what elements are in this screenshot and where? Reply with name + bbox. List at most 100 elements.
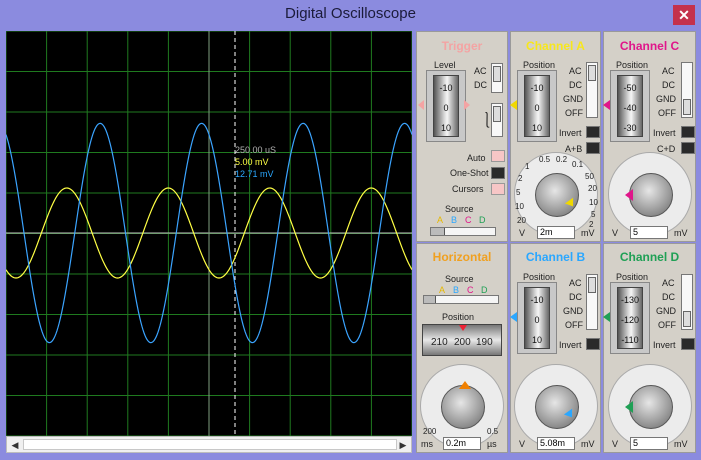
trigger-dc-label: DC: [474, 80, 487, 90]
invert-label: Invert: [653, 128, 676, 138]
title-bar[interactable]: Digital Oscilloscope ✕: [0, 0, 701, 31]
position-arrow-icon: [603, 312, 610, 322]
channel-b-value-field[interactable]: 5.08m: [537, 437, 575, 450]
tick-label: -50: [623, 83, 637, 93]
coupling-ac-label: AC: [569, 278, 582, 288]
millivolts-unit-label: mV: [581, 228, 595, 238]
trigger-coupling-switch[interactable]: [491, 63, 503, 93]
auto-button[interactable]: [491, 150, 505, 162]
knob-pointer-icon: [625, 401, 633, 413]
channel-b-position-control[interactable]: -10 0 10: [517, 282, 557, 354]
position-arrow-icon: [510, 100, 517, 110]
trigger-source-slider[interactable]: [430, 227, 496, 236]
channel-b-knob[interactable]: [535, 385, 579, 429]
channel-d-volts-dial[interactable]: [608, 364, 692, 448]
source-b: B: [453, 285, 460, 295]
channel-a-knob[interactable]: [535, 173, 579, 217]
channel-b-invert-button[interactable]: [586, 338, 600, 350]
position-arrow-icon: [510, 312, 517, 322]
coupling-ac-label: AC: [662, 278, 675, 288]
scroll-thumb[interactable]: [23, 439, 397, 450]
scope-display[interactable]: 250.00 uS 5.00 mV 12.71 mV: [6, 31, 412, 436]
cursor-time-readout: 250.00 uS: [235, 145, 276, 155]
oneshot-button[interactable]: [491, 167, 505, 179]
coupling-off-label: OFF: [658, 320, 676, 330]
channel-c-invert-button[interactable]: [681, 126, 695, 138]
level-arrow-icon: [418, 100, 424, 110]
channel-c-title: Channel C: [619, 39, 680, 53]
trigger-source-label: Source: [445, 204, 474, 214]
channel-b-coupling-switch[interactable]: [586, 274, 598, 330]
coupling-ac-label: AC: [569, 66, 582, 76]
channel-a-invert-button[interactable]: [586, 126, 600, 138]
coupling-dc-label: DC: [662, 80, 675, 90]
horizontal-panel: Horizontal Source A B C D Position 210 2…: [416, 243, 508, 453]
tick-label: -10: [530, 295, 544, 305]
trigger-level-label: Level: [434, 60, 456, 70]
channel-d-panel: Channel D Position -130 -120 -110 AC DC …: [603, 243, 696, 453]
horizontal-position-wheel[interactable]: 210 200 190: [422, 324, 502, 356]
timebase-knob[interactable]: [441, 385, 485, 429]
coupling-off-label: OFF: [565, 108, 583, 118]
scope-screen: 250.00 uS 5.00 mV 12.71 mV: [6, 31, 412, 436]
position-label: Position: [442, 312, 475, 322]
timebase-value-field[interactable]: 0.2m: [443, 437, 481, 450]
channel-a-coupling-switch[interactable]: [586, 62, 598, 118]
us-unit-label: µs: [487, 439, 497, 449]
channel-c-volts-dial[interactable]: [608, 152, 692, 236]
window-title: Digital Oscilloscope: [285, 5, 416, 22]
channel-a-readout: 5.00 mV: [235, 157, 269, 167]
knob-pointer-icon: [625, 189, 633, 201]
coupling-dc-label: DC: [569, 292, 582, 302]
a-plus-b-button[interactable]: [586, 142, 600, 154]
trigger-ac-label: AC: [474, 66, 487, 76]
position-marker-icon: [459, 325, 467, 331]
source-c: C: [465, 215, 472, 225]
source-c: C: [467, 285, 474, 295]
trigger-level-control[interactable]: -10 0 10: [426, 70, 466, 142]
scroll-right-icon[interactable]: ▶: [397, 439, 409, 451]
source-a: A: [437, 215, 444, 225]
close-button[interactable]: ✕: [673, 5, 695, 25]
scroll-left-icon[interactable]: ◀: [9, 439, 21, 451]
channel-b-panel: Channel B Position -10 0 10 AC DC GND OF…: [510, 243, 601, 453]
channel-d-value-field[interactable]: 5: [630, 437, 668, 450]
trigger-panel: Trigger Level -10 0 10 AC DC ⎱ Auto One-…: [416, 31, 508, 242]
coupling-gnd-label: GND: [563, 94, 583, 104]
channel-c-value-field[interactable]: 5: [630, 226, 668, 239]
horizontal-scrollbar[interactable]: ◀ ▶: [6, 436, 412, 453]
channel-b-readout: 12.71 mV: [235, 169, 274, 179]
cursors-label: Cursors: [452, 184, 484, 194]
tick-label: 10: [531, 335, 542, 345]
position-value: 210: [431, 337, 448, 348]
source-d: D: [481, 285, 488, 295]
tick-label: -120: [620, 315, 639, 325]
channel-c-position-control[interactable]: -50 -40 -30: [610, 70, 650, 142]
coupling-off-label: OFF: [658, 108, 676, 118]
millivolts-unit-label: mV: [674, 439, 688, 449]
position-label: Position: [523, 272, 556, 282]
channel-b-volts-dial[interactable]: [514, 364, 598, 448]
channel-d-title: Channel D: [619, 250, 680, 264]
channel-d-coupling-switch[interactable]: [681, 274, 693, 330]
invert-label: Invert: [653, 340, 676, 350]
trigger-title: Trigger: [441, 39, 483, 53]
coupling-gnd-label: GND: [656, 94, 676, 104]
invert-label: Invert: [559, 128, 582, 138]
channel-c-knob[interactable]: [629, 173, 673, 217]
c-plus-d-button[interactable]: [681, 142, 695, 154]
position-value: 190: [476, 337, 493, 348]
channel-a-position-control[interactable]: -10 0 10: [517, 70, 557, 142]
tick-label: -40: [623, 103, 637, 113]
cursors-button[interactable]: [491, 183, 505, 195]
channel-a-panel: Channel A Position -10 0 10 AC DC GND OF…: [510, 31, 601, 242]
channel-a-value-field[interactable]: 2m: [537, 226, 575, 239]
coupling-off-label: OFF: [565, 320, 583, 330]
horizontal-source-slider[interactable]: [423, 295, 499, 304]
channel-d-invert-button[interactable]: [681, 338, 695, 350]
channel-c-coupling-switch[interactable]: [681, 62, 693, 118]
channel-a-title: Channel A: [526, 39, 585, 53]
channel-d-knob[interactable]: [629, 385, 673, 429]
position-label: Position: [616, 272, 649, 282]
channel-d-position-control[interactable]: -130 -120 -110: [610, 282, 650, 354]
